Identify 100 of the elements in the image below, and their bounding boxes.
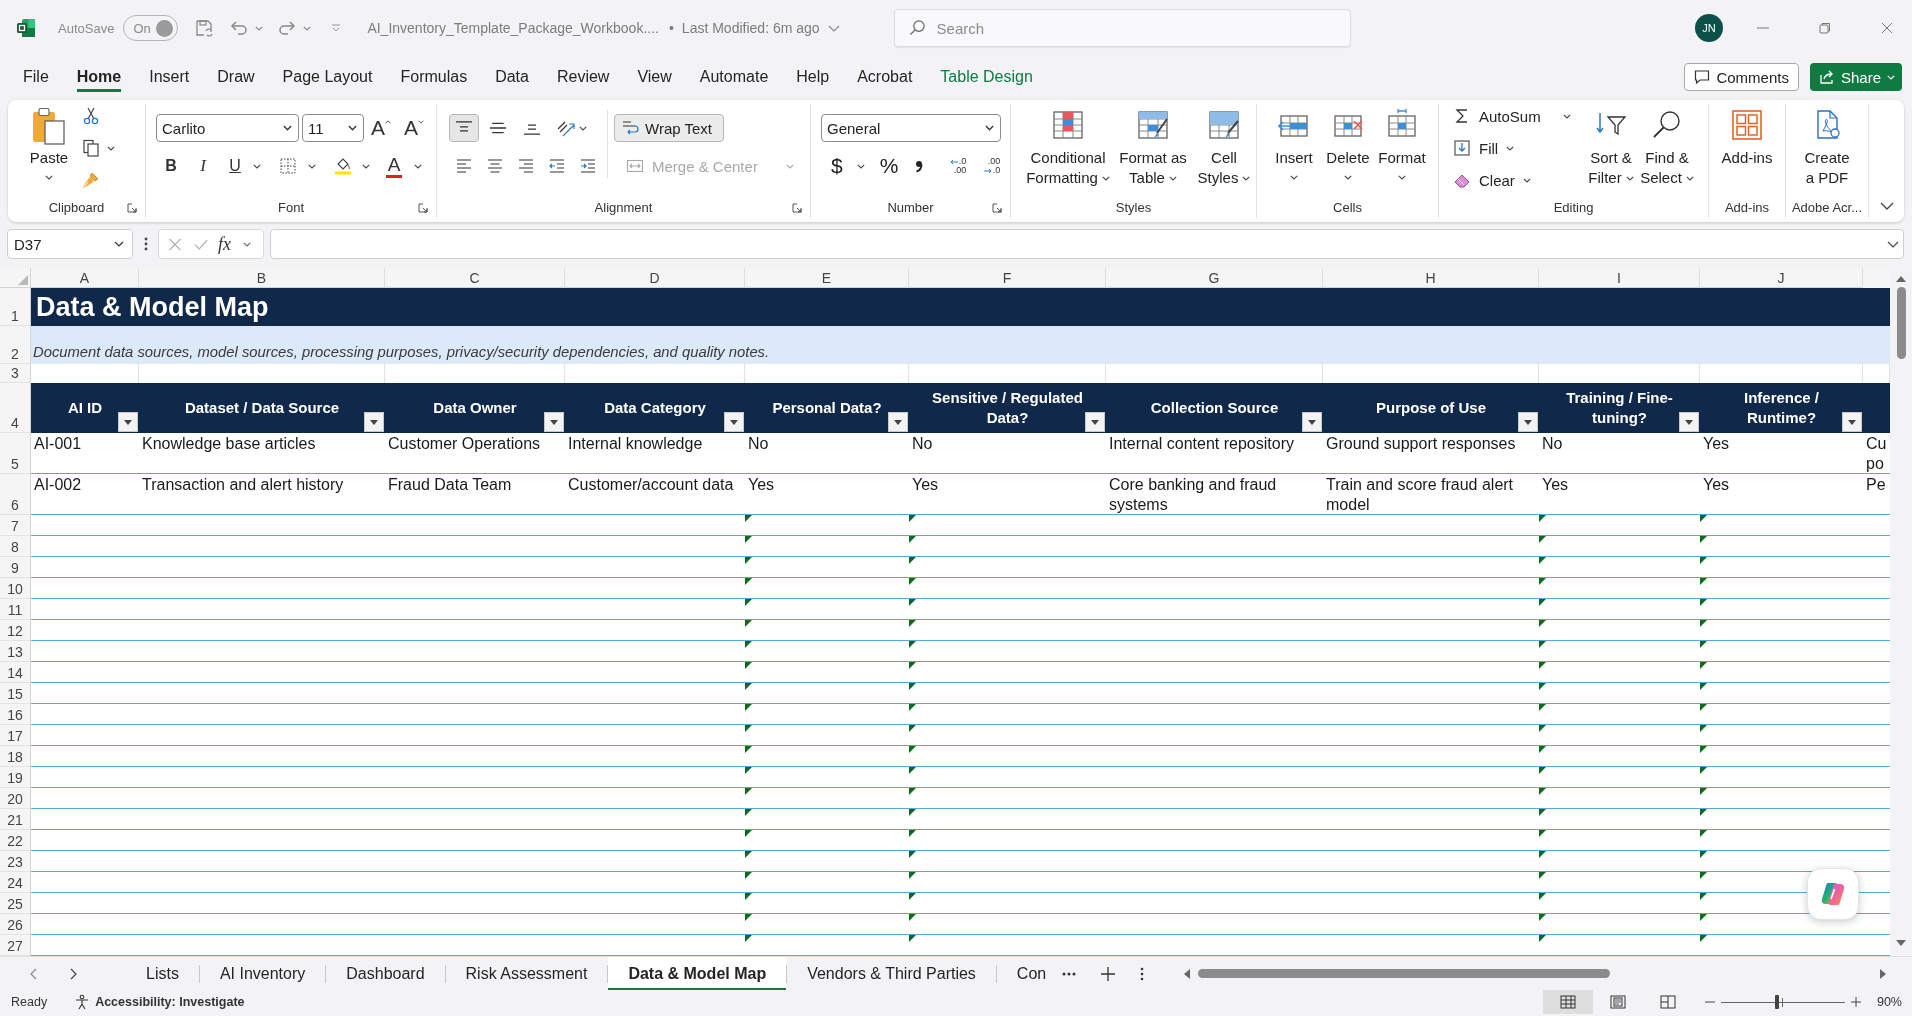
filter-button[interactable] (724, 412, 744, 432)
corner-arrow-icon[interactable] (992, 203, 1002, 213)
number-format-dropdown[interactable]: General (821, 114, 1001, 142)
ribbon-tab[interactable]: Help (796, 62, 830, 92)
cells-button[interactable]: Format (1375, 104, 1429, 180)
comments-button[interactable]: Comments (1684, 63, 1799, 91)
undo-icon[interactable] (229, 18, 250, 38)
arrow-down-icon[interactable] (1896, 940, 1906, 946)
editing-button[interactable]: Fill (1453, 132, 1583, 164)
arrow-right-icon[interactable] (1880, 968, 1886, 979)
ribbon-tab[interactable]: Draw (217, 62, 255, 92)
document-title-button[interactable]: AI_Inventory_Template_Package_Workbook.... • Last Modified: 6m ago (367, 20, 840, 36)
corner-arrow-icon[interactable] (418, 203, 428, 213)
filter-button[interactable] (1302, 412, 1322, 432)
wrap-text-button[interactable]: Wrap Text (614, 114, 724, 142)
decrease-decimal-button[interactable]: .00 .0 (974, 157, 1001, 175)
plus-icon[interactable] (1101, 966, 1116, 981)
formula-input[interactable] (270, 229, 1904, 259)
redo-icon[interactable] (277, 18, 298, 38)
filter-button[interactable] (118, 412, 138, 432)
style-button[interactable]: Cell Styles (1195, 104, 1253, 188)
ribbon-tab[interactable]: Table Design (940, 62, 1033, 92)
align-left-icon[interactable] (455, 157, 473, 175)
editing-button[interactable]: Clear (1453, 164, 1583, 196)
vertical-dots-icon[interactable] (1140, 966, 1145, 981)
caret-icon[interactable] (414, 163, 422, 169)
bold-button[interactable]: B (157, 152, 185, 180)
currency-button[interactable]: $ (831, 152, 843, 180)
spreadsheet-logo-icon[interactable] (16, 18, 36, 38)
filter-button[interactable] (1679, 412, 1699, 432)
caret-icon[interactable] (308, 163, 316, 169)
ellipsis-icon[interactable] (1062, 971, 1077, 976)
caret-icon[interactable] (107, 145, 115, 151)
filter-button[interactable] (888, 412, 908, 432)
caret-icon[interactable] (253, 163, 261, 169)
caret-icon[interactable] (362, 163, 370, 169)
user-avatar[interactable]: JN (1695, 14, 1723, 42)
style-button[interactable]: Format as Table (1115, 104, 1191, 188)
filter-button[interactable] (544, 412, 564, 432)
cells-button[interactable]: Delete (1321, 104, 1375, 180)
share-button[interactable]: Share (1809, 63, 1902, 91)
restore-icon[interactable] (1819, 22, 1831, 34)
align-center-icon[interactable] (486, 157, 504, 175)
corner-arrow-icon[interactable] (792, 203, 802, 213)
ribbon-tab[interactable]: Formulas (400, 62, 468, 92)
chevron-down-icon[interactable] (1880, 202, 1894, 210)
decrease-indent-icon[interactable] (548, 157, 566, 175)
chevron-left-icon[interactable] (30, 967, 37, 980)
style-button[interactable]: Conditional Formatting (1025, 104, 1111, 188)
arrow-left-icon[interactable] (1184, 968, 1190, 979)
insert-function-button[interactable]: fx (218, 233, 231, 255)
borders-icon[interactable] (279, 157, 297, 175)
caret-icon[interactable] (579, 125, 587, 131)
ribbon-tab[interactable]: Review (556, 62, 610, 92)
scrollbar-thumb[interactable] (1198, 969, 1610, 978)
font-size-dropdown[interactable]: 11 (302, 114, 364, 142)
editing-button[interactable]: Find & Select (1639, 104, 1695, 188)
sheet-tab[interactable]: Risk Assessment (445, 957, 608, 990)
chevron-right-icon[interactable] (70, 967, 77, 980)
fill-bucket-icon[interactable] (334, 157, 352, 175)
sheet-tab[interactable]: AI Inventory (199, 957, 326, 990)
create-pdf-button[interactable]: Create a PDF (1786, 104, 1868, 188)
grow-font-button[interactable]: A (371, 114, 397, 142)
percent-button[interactable]: % (879, 152, 899, 180)
font-color-button[interactable]: A (383, 152, 405, 180)
italic-button[interactable]: I (189, 152, 217, 180)
check-icon[interactable] (194, 237, 208, 251)
paintbrush-icon[interactable] (82, 171, 100, 189)
slider-thumb[interactable] (1774, 994, 1779, 1009)
filter-button[interactable] (364, 412, 384, 432)
corner-arrow-icon[interactable] (127, 203, 137, 213)
scissors-icon[interactable] (82, 107, 100, 125)
sheet-tab[interactable]: Dashboard (326, 957, 445, 990)
sheet-tab[interactable]: Data & Model Map (608, 957, 787, 990)
copy-icon[interactable] (82, 139, 100, 157)
zoom-level-button[interactable]: 90% (1876, 995, 1902, 1009)
chevron-down-icon[interactable] (1887, 240, 1899, 248)
ribbon-tab[interactable]: File (23, 62, 49, 92)
filter-button[interactable] (1085, 412, 1105, 432)
font-name-dropdown[interactable]: Carlito (156, 114, 299, 142)
vertical-dots-icon[interactable] (144, 237, 148, 251)
add-ins-button[interactable]: Add-ins (1709, 104, 1785, 168)
ribbon-tab[interactable]: Acrobat (857, 62, 913, 92)
name-box[interactable]: D37 (7, 229, 133, 259)
underline-button[interactable]: U (221, 152, 249, 180)
sheet-tab[interactable]: Vendors & Third Parties (787, 957, 996, 990)
increase-decimal-button[interactable]: .0 .00 (940, 157, 967, 175)
view-button[interactable] (1542, 990, 1593, 1014)
ribbon-tab[interactable]: Automate (699, 62, 769, 92)
ribbon-tab[interactable]: Insert (149, 62, 190, 92)
plus-icon[interactable] (1850, 997, 1861, 1007)
accessibility-button[interactable]: Accessibility: Investigate (74, 994, 245, 1010)
angled-text-icon[interactable] (557, 119, 575, 137)
caret-icon[interactable] (856, 163, 865, 169)
sheet-tab[interactable]: Lists (126, 957, 199, 990)
sheet-tab[interactable]: Con (996, 957, 1049, 990)
align-right-icon[interactable] (517, 157, 535, 175)
ribbon-tab[interactable]: Home (76, 62, 122, 92)
shrink-font-button[interactable]: A (404, 114, 430, 142)
caret-icon[interactable] (243, 241, 251, 247)
